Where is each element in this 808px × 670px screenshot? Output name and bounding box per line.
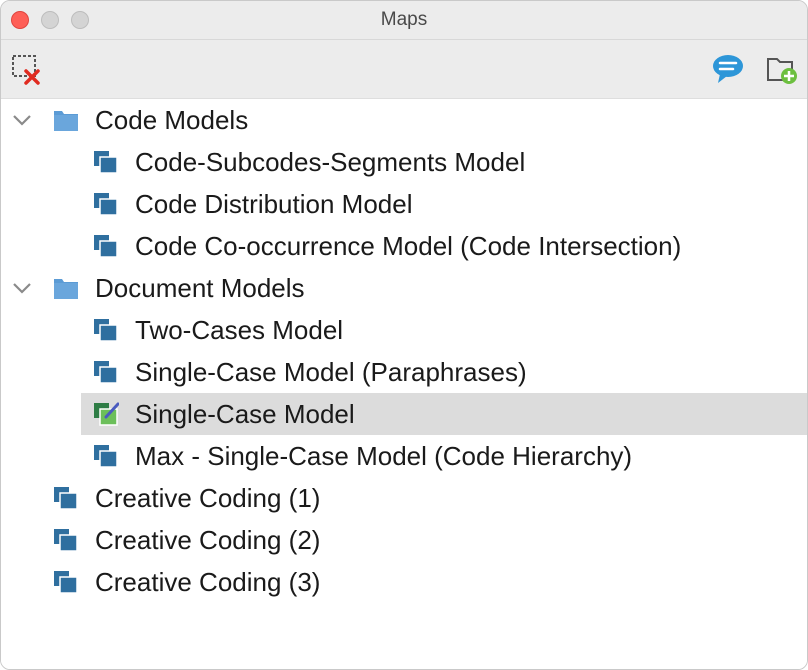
tree-item-map[interactable]: Creative Coding (1) [1,477,807,519]
tree-item-map[interactable]: Creative Coding (3) [1,561,807,603]
map-icon [94,193,118,216]
tree-item-map[interactable]: Code Distribution Model [1,183,807,225]
tree-item-label: Code Co-occurrence Model (Code Intersect… [135,231,682,261]
map-icon [94,361,118,384]
tree-item-map-selected[interactable]: Single-Case Model [1,393,807,435]
tree-item-label: Single-Case Model (Paraphrases) [135,357,527,387]
chevron-down-icon[interactable] [11,110,33,130]
map-icon [94,445,118,468]
tree-folder-label: Document Models [95,273,305,303]
map-icon [54,571,78,594]
tree-item-map[interactable]: Max - Single-Case Model (Code Hierarchy) [1,435,807,477]
tree-item-label: Creative Coding (2) [95,525,321,555]
chevron-down-icon[interactable] [11,278,33,298]
tree-item-map[interactable]: Creative Coding (2) [1,519,807,561]
tree-item-label: Creative Coding (3) [95,567,321,597]
tree-item-label: Code-Subcodes-Segments Model [135,147,526,177]
tree-item-label: Single-Case Model [135,399,355,429]
new-folder-icon [767,58,797,84]
tree-folder-document-models[interactable]: Document Models [1,267,807,309]
tree-item-label: Two-Cases Model [135,315,344,345]
map-icon [94,319,118,342]
map-icon [94,151,118,174]
tree-item-label: Max - Single-Case Model (Code Hierarchy) [135,441,633,471]
tree-item-map[interactable]: Code-Subcodes-Segments Model [1,141,807,183]
titlebar: Maps [1,1,807,40]
tree-item-label: Code Distribution Model [135,189,413,219]
tree-item-map[interactable]: Code Co-occurrence Model (Code Intersect… [1,225,807,267]
comment-button[interactable] [711,52,745,86]
tree-folder-code-models[interactable]: Code Models [1,99,807,141]
close-map-button[interactable] [9,52,43,86]
folder-icon [54,279,78,299]
maps-window: Maps Code Models Code-Subcodes-Segments … [0,0,808,670]
maps-tree: Code Models Code-Subcodes-Segments Model… [1,99,807,669]
window-title: Maps [380,9,428,30]
tree-item-map[interactable]: Single-Case Model (Paraphrases) [1,351,807,393]
toolbar [1,40,807,99]
tree-item-label: Creative Coding (1) [95,483,321,513]
map-icon [94,235,118,258]
map-icon [54,487,78,510]
new-folder-button[interactable] [765,52,799,86]
folder-icon [54,111,78,131]
comment-icon [713,55,743,83]
tree-item-map[interactable]: Two-Cases Model [1,309,807,351]
map-icon [54,529,78,552]
close-map-icon [12,55,40,85]
edit-map-icon [94,402,119,426]
tree-folder-label: Code Models [95,105,249,135]
